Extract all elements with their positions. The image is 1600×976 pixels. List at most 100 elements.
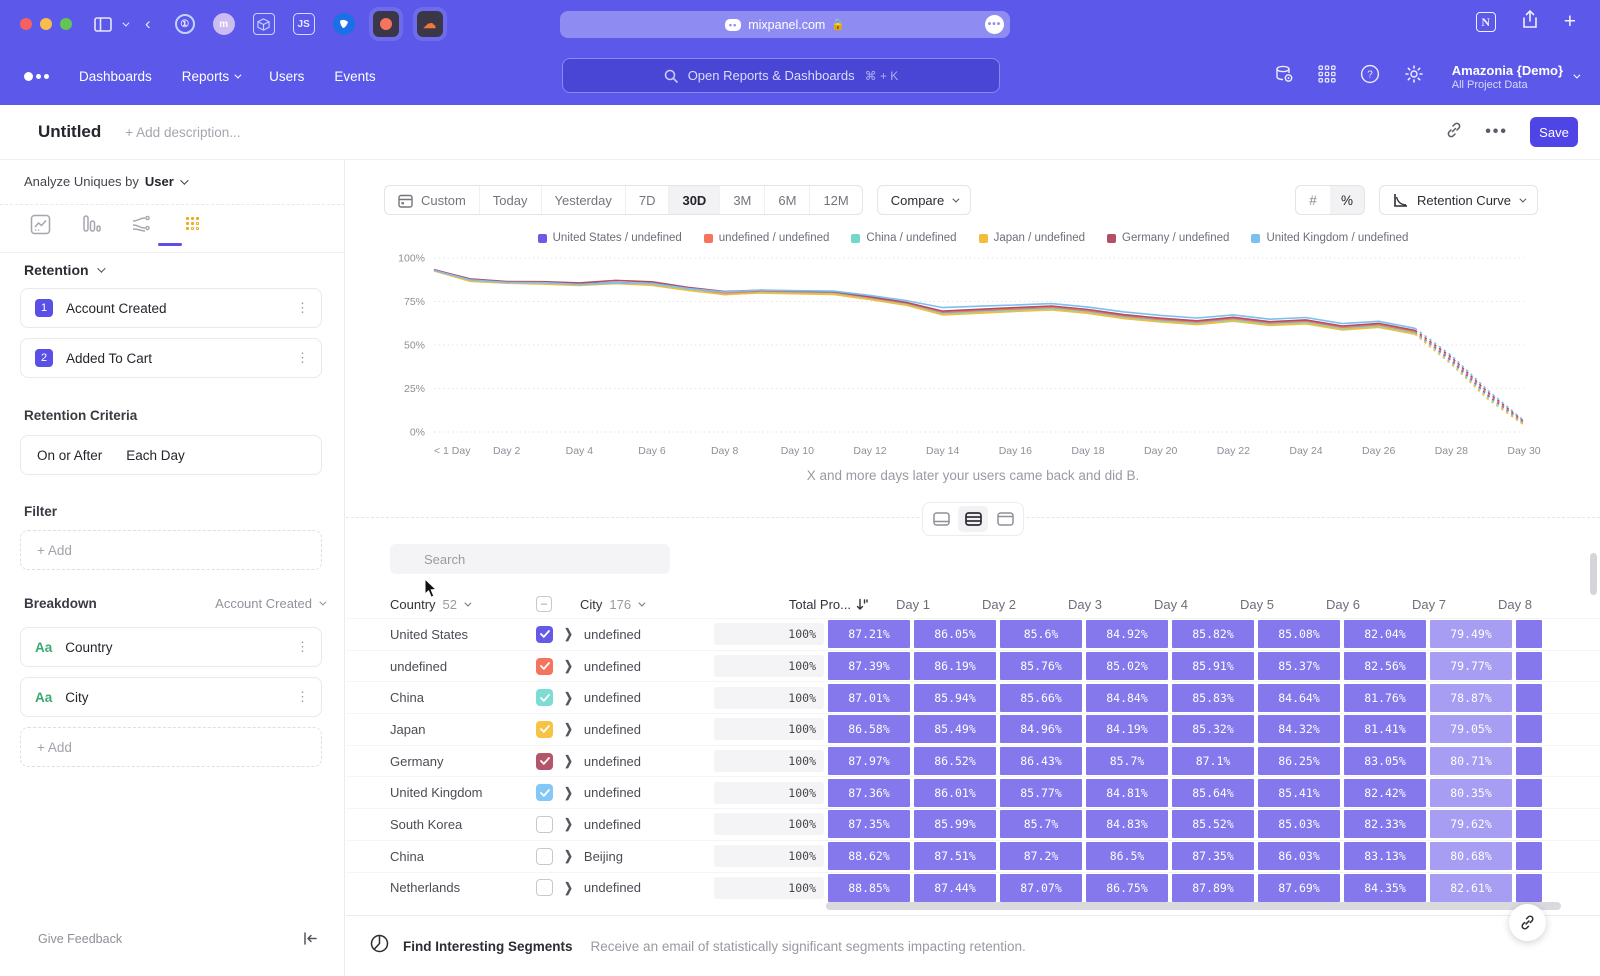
- table-row[interactable]: Germany❯undefined100%87.97%86.52%86.43%8…: [346, 745, 1600, 777]
- step-event-name[interactable]: Account Created: [66, 301, 167, 316]
- add-description[interactable]: + Add description...: [125, 125, 240, 140]
- date-range-6m[interactable]: 6M: [765, 186, 810, 214]
- share-icon[interactable]: [1522, 10, 1538, 34]
- retention-cell-day2[interactable]: 85.49%: [914, 715, 996, 743]
- retention-cell-day2[interactable]: 86.52%: [914, 747, 996, 775]
- zoom-window-button[interactable]: [60, 18, 72, 30]
- legend-item[interactable]: United Kingdom / undefined: [1251, 232, 1408, 244]
- breakdown-property[interactable]: City: [65, 690, 88, 705]
- retention-cell-day7[interactable]: 82.56%: [1344, 652, 1426, 680]
- more-options-icon[interactable]: •••: [1485, 123, 1508, 141]
- retention-cell-day6[interactable]: 86.03%: [1258, 842, 1340, 870]
- retention-cell-day1[interactable]: 87.01%: [828, 684, 910, 712]
- legend-item[interactable]: Germany / undefined: [1107, 232, 1229, 244]
- retention-cell-day5[interactable]: 85.91%: [1172, 652, 1254, 680]
- retention-cell-day1[interactable]: 88.62%: [828, 842, 910, 870]
- vertical-scrollbar[interactable]: [1590, 553, 1597, 595]
- chevron-down-icon[interactable]: [122, 22, 127, 27]
- retention-cell-day3[interactable]: 85.76%: [1000, 652, 1082, 680]
- close-window-button[interactable]: [20, 18, 32, 30]
- nav-dashboards[interactable]: Dashboards: [79, 69, 152, 84]
- retention-cell-day4[interactable]: 84.83%: [1086, 810, 1168, 838]
- retention-cell-day4[interactable]: 86.5%: [1086, 842, 1168, 870]
- expand-chevron-icon[interactable]: ❯: [564, 658, 573, 674]
- sidebar-toggle-icon[interactable]: [94, 17, 112, 32]
- kebab-menu-icon[interactable]: ⋮: [296, 300, 309, 316]
- collapse-sidebar-icon[interactable]: [303, 932, 318, 948]
- retention-cell-day1[interactable]: 87.97%: [828, 747, 910, 775]
- retention-cell-day5[interactable]: 85.52%: [1172, 810, 1254, 838]
- link-icon[interactable]: [1445, 121, 1463, 144]
- legend-item[interactable]: China / undefined: [851, 232, 956, 244]
- compare-button[interactable]: Compare: [877, 185, 971, 215]
- criteria-on-or-after[interactable]: On or After: [37, 448, 102, 463]
- table-row[interactable]: Japan❯undefined100%86.58%85.49%84.96%84.…: [346, 713, 1600, 745]
- global-search[interactable]: Open Reports & Dashboards ⌘ + K: [562, 58, 1000, 93]
- absolute-format-button[interactable]: #: [1296, 186, 1330, 214]
- retention-cell-day9-partial[interactable]: [1516, 747, 1542, 775]
- tab-flows-icon[interactable]: [130, 212, 154, 236]
- extension-icon-soundcloud[interactable]: ☁: [417, 11, 443, 37]
- retention-cell-day5[interactable]: 85.83%: [1172, 684, 1254, 712]
- retention-cell-day2[interactable]: 86.19%: [914, 652, 996, 680]
- retention-cell-day4[interactable]: 84.19%: [1086, 715, 1168, 743]
- extension-icon-box[interactable]: [253, 13, 275, 35]
- row-checkbox[interactable]: [536, 689, 553, 706]
- retention-cell-day9-partial[interactable]: [1516, 842, 1542, 870]
- retention-cell-day3[interactable]: 85.7%: [1000, 810, 1082, 838]
- breakdown-event-selector[interactable]: Account Created: [215, 596, 324, 611]
- retention-cell-day4[interactable]: 86.75%: [1086, 874, 1168, 902]
- retention-cell-day1[interactable]: 87.36%: [828, 779, 910, 807]
- traffic-lights[interactable]: [20, 18, 72, 30]
- column-header-day-4[interactable]: Day 4: [1130, 597, 1212, 612]
- retention-cell-day8[interactable]: 78.87%: [1430, 684, 1512, 712]
- table-row[interactable]: undefined❯undefined100%87.39%86.19%85.76…: [346, 650, 1600, 682]
- legend-item[interactable]: United States / undefined: [538, 232, 682, 244]
- step-card-1[interactable]: 1 Account Created ⋮: [20, 288, 322, 328]
- chart-type-selector[interactable]: Retention Curve: [1379, 185, 1538, 215]
- expand-chevron-icon[interactable]: ❯: [564, 626, 573, 642]
- retention-cell-day4[interactable]: 85.7%: [1086, 747, 1168, 775]
- expand-chevron-icon[interactable]: ❯: [564, 848, 573, 864]
- expand-chevron-icon[interactable]: ❯: [564, 816, 573, 832]
- retention-cell-day2[interactable]: 87.51%: [914, 842, 996, 870]
- retention-cell-day6[interactable]: 85.08%: [1258, 620, 1340, 648]
- retention-cell-day3[interactable]: 85.66%: [1000, 684, 1082, 712]
- select-all-checkbox[interactable]: –: [536, 596, 552, 612]
- retention-cell-day5[interactable]: 85.32%: [1172, 715, 1254, 743]
- retention-cell-day3[interactable]: 87.07%: [1000, 874, 1082, 902]
- table-row[interactable]: China❯undefined100%87.01%85.94%85.66%84.…: [346, 681, 1600, 713]
- retention-cell-day1[interactable]: 87.21%: [828, 620, 910, 648]
- retention-cell-day3[interactable]: 86.43%: [1000, 747, 1082, 775]
- column-header-total[interactable]: Total Pro...: [758, 597, 868, 612]
- retention-cell-day9-partial[interactable]: [1516, 620, 1542, 648]
- breakdown-property[interactable]: Country: [65, 640, 112, 655]
- retention-cell-day7[interactable]: 83.13%: [1344, 842, 1426, 870]
- row-checkbox[interactable]: [536, 848, 553, 865]
- retention-cell-day4[interactable]: 84.92%: [1086, 620, 1168, 648]
- date-range-30d[interactable]: 30D: [669, 186, 720, 214]
- retention-cell-day3[interactable]: 84.96%: [1000, 715, 1082, 743]
- column-header-day-5[interactable]: Day 5: [1216, 597, 1298, 612]
- extension-icon-1password[interactable]: ①: [175, 14, 195, 34]
- row-checkbox[interactable]: [536, 879, 553, 896]
- retention-cell-day2[interactable]: 86.01%: [914, 779, 996, 807]
- retention-cell-day6[interactable]: 84.32%: [1258, 715, 1340, 743]
- retention-cell-day1[interactable]: 87.35%: [828, 810, 910, 838]
- expand-chevron-icon[interactable]: ❯: [564, 880, 573, 896]
- retention-cell-day7[interactable]: 82.04%: [1344, 620, 1426, 648]
- help-icon[interactable]: ?: [1360, 64, 1380, 89]
- project-selector[interactable]: Amazonia {Demo} All Project Data: [1448, 63, 1578, 91]
- expand-chevron-icon[interactable]: ❯: [564, 753, 573, 769]
- expand-chevron-icon[interactable]: ❯: [564, 785, 573, 801]
- retention-cell-day8[interactable]: 79.62%: [1430, 810, 1512, 838]
- column-header-city[interactable]: City 176: [580, 597, 758, 612]
- table-row[interactable]: South Korea❯undefined100%87.35%85.99%85.…: [346, 808, 1600, 840]
- column-header-day-8[interactable]: Day 8: [1474, 597, 1556, 612]
- percent-format-button[interactable]: %: [1330, 186, 1364, 214]
- retention-cell-day7[interactable]: 82.42%: [1344, 779, 1426, 807]
- breakdown-card-city[interactable]: Aa City ⋮: [20, 677, 322, 717]
- retention-cell-day6[interactable]: 85.41%: [1258, 779, 1340, 807]
- column-header-country[interactable]: Country 52: [346, 597, 536, 612]
- retention-cell-day2[interactable]: 85.94%: [914, 684, 996, 712]
